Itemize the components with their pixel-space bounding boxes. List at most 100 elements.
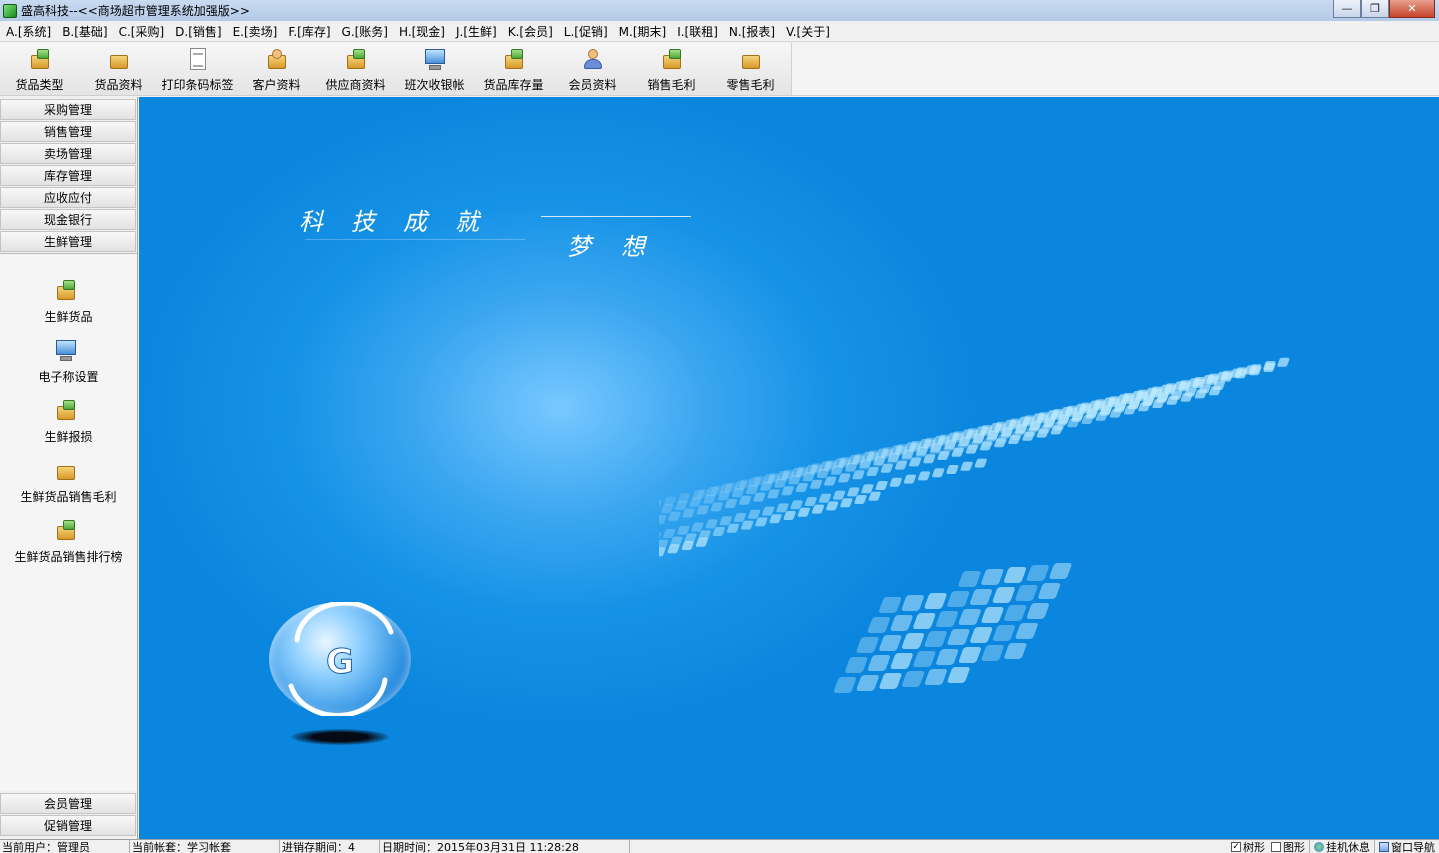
menu-fresh[interactable]: J.[生鲜] [452, 23, 501, 40]
menu-purchase[interactable]: C.[采购] [115, 23, 169, 40]
menu-reports[interactable]: N.[报表] [725, 23, 779, 40]
inventory-icon [501, 47, 527, 73]
sidebar-top-group: 采购管理 销售管理 卖场管理 库存管理 应收应付 现金银行 生鲜管理 [0, 99, 136, 253]
panel-item-label: 电子称设置 [38, 370, 99, 384]
menu-lease[interactable]: I.[联租] [673, 23, 722, 40]
sidebar-receivables-payables[interactable]: 应收应付 [0, 187, 136, 208]
menu-about[interactable]: V.[关于] [782, 23, 834, 40]
panel-item-scale-settings[interactable]: 电子称设置 [0, 338, 137, 385]
panel-item-fresh-loss[interactable]: 生鲜报损 [0, 398, 137, 445]
menu-basic[interactable]: B.[基础] [58, 23, 111, 40]
panel-item-label: 生鲜货品 [44, 310, 93, 324]
world-map-graphic [659, 357, 1290, 693]
main-banner: 科技成就 梦想 G [139, 97, 1439, 839]
toolbar-label: 货品库存量 [483, 78, 544, 92]
menu-bar: A.[系统] B.[基础] C.[采购] D.[销售] E.[卖场] F.[库存… [0, 21, 1439, 42]
sidebar-promotion-management[interactable]: 促销管理 [0, 815, 136, 836]
status-datetime: 日期时间：2015年03月31日 11:28:28 [380, 840, 630, 853]
sidebar: 采购管理 销售管理 卖场管理 库存管理 应收应付 现金银行 生鲜管理 生鲜货品 … [0, 97, 138, 839]
sidebar-member-management[interactable]: 会员管理 [0, 793, 136, 814]
toolbar-label: 客户资料 [252, 78, 301, 92]
product-info-icon [106, 47, 132, 73]
window-navigation-button[interactable]: 窗口导航 [1374, 840, 1439, 853]
slogan-sub: 梦想 [567, 233, 675, 261]
title-bar: 盛高科技--<<商场超市管理系统加强版>> — ❐ ✕ [0, 0, 1439, 21]
sidebar-bottom-group: 会员管理 促销管理 [0, 793, 136, 837]
retail-profit-icon [738, 47, 764, 73]
standby-button[interactable]: 挂机休息 [1309, 840, 1374, 853]
menu-promotion[interactable]: L.[促销] [560, 23, 612, 40]
scale-settings-icon [53, 338, 85, 366]
sidebar-inventory-management[interactable]: 库存管理 [0, 165, 136, 186]
sidebar-fresh-management[interactable]: 生鲜管理 [0, 231, 136, 252]
product-type-icon [27, 47, 53, 73]
standby-label: 挂机休息 [1326, 841, 1370, 853]
panel-item-fresh-goods[interactable]: 生鲜货品 [0, 278, 137, 325]
fresh-sales-ranking-icon [53, 518, 85, 546]
toolbar-retail-profit-button[interactable]: 零售毛利 [711, 43, 790, 95]
toolbar-sales-profit-button[interactable]: 销售毛利 [632, 43, 711, 95]
window-grid-icon [1379, 842, 1389, 852]
sidebar-store-management[interactable]: 卖场管理 [0, 143, 136, 164]
fresh-sales-profit-icon [53, 458, 85, 486]
toolbar: 货品类型 货品资料 打印条码标签 客户资料 供应商资料 班次收银帐 货品库存量 [0, 43, 1439, 96]
app-logo-icon [3, 3, 17, 18]
menu-member[interactable]: K.[会员] [504, 23, 557, 40]
panel-item-label: 生鲜货品销售毛利 [20, 490, 117, 504]
tree-view-label: 树形 [1243, 841, 1265, 853]
toolbar-customer-button[interactable]: 客户资料 [237, 43, 316, 95]
menu-accounts[interactable]: G.[账务] [338, 23, 392, 40]
menu-system[interactable]: A.[系统] [2, 23, 55, 40]
toolbar-cashier-shift-button[interactable]: 班次收银帐 [395, 43, 474, 95]
graphic-view-checkbox[interactable] [1271, 842, 1281, 852]
toolbar-supplier-button[interactable]: 供应商资料 [316, 43, 395, 95]
close-button[interactable]: ✕ [1389, 0, 1435, 18]
sidebar-sales-management[interactable]: 销售管理 [0, 121, 136, 142]
toolbar-label: 销售毛利 [647, 78, 696, 92]
sales-profit-icon [659, 47, 685, 73]
window-title: 盛高科技--<<商场超市管理系统加强版>> [21, 4, 250, 18]
toolbar-label: 打印条码标签 [161, 78, 234, 92]
menu-cash[interactable]: H.[现金] [395, 23, 449, 40]
status-period: 进销存期间：4 [280, 840, 380, 853]
window-controls: — ❐ ✕ [1333, 0, 1435, 18]
sidebar-purchase-management[interactable]: 采购管理 [0, 99, 136, 120]
toolbar-print-barcode-button[interactable]: 打印条码标签 [158, 43, 237, 95]
fresh-loss-icon [53, 398, 85, 426]
cashier-shift-icon [422, 47, 448, 73]
toolbar-label: 班次收银帐 [404, 78, 465, 92]
window-navigation-label: 窗口导航 [1391, 841, 1435, 853]
panel-item-label: 生鲜货品销售排行榜 [14, 550, 123, 564]
menu-period-end[interactable]: M.[期末] [615, 23, 671, 40]
toolbar-label: 零售毛利 [726, 78, 775, 92]
globe-icon [1314, 842, 1324, 852]
menu-store[interactable]: E.[卖场] [229, 23, 282, 40]
status-right-group: ✓ 树形 图形 挂机休息 窗口导航 [1225, 840, 1439, 853]
panel-item-fresh-sales-profit[interactable]: 生鲜货品销售毛利 [0, 458, 137, 505]
toolbar-member-button[interactable]: 会员资料 [553, 43, 632, 95]
graphic-view-label: 图形 [1283, 841, 1305, 853]
minimize-button[interactable]: — [1333, 0, 1361, 18]
svg-text:G: G [326, 642, 354, 682]
toolbar-label: 会员资料 [568, 78, 617, 92]
menu-sales[interactable]: D.[销售] [171, 23, 225, 40]
tree-view-checkbox[interactable]: ✓ [1231, 842, 1241, 852]
slogan-main: 科技成就 [299, 208, 507, 236]
fresh-goods-icon [53, 278, 85, 306]
menu-inventory[interactable]: F.[库存] [284, 23, 334, 40]
supplier-icon [343, 47, 369, 73]
toolbar-product-info-button[interactable]: 货品资料 [79, 43, 158, 95]
toolbar-product-type-button[interactable]: 货品类型 [0, 43, 79, 95]
sidebar-cash-bank[interactable]: 现金银行 [0, 209, 136, 230]
status-account: 当前帐套：学习帐套 [130, 840, 280, 853]
toolbar-label: 货品类型 [15, 78, 64, 92]
toolbar-inventory-button[interactable]: 货品库存量 [474, 43, 553, 95]
panel-item-fresh-sales-ranking[interactable]: 生鲜货品销售排行榜 [0, 518, 137, 565]
toolbar-label: 供应商资料 [325, 78, 386, 92]
logo-shadow [291, 729, 389, 745]
toolbar-label: 货品资料 [94, 78, 143, 92]
fresh-management-panel: 生鲜货品 电子称设置 生鲜报损 生鲜货品销售毛利 生鲜货品销售排行榜 [0, 253, 137, 791]
maximize-button[interactable]: ❐ [1361, 0, 1389, 18]
company-logo-icon: G [269, 600, 411, 718]
slogan-divider [541, 216, 691, 217]
